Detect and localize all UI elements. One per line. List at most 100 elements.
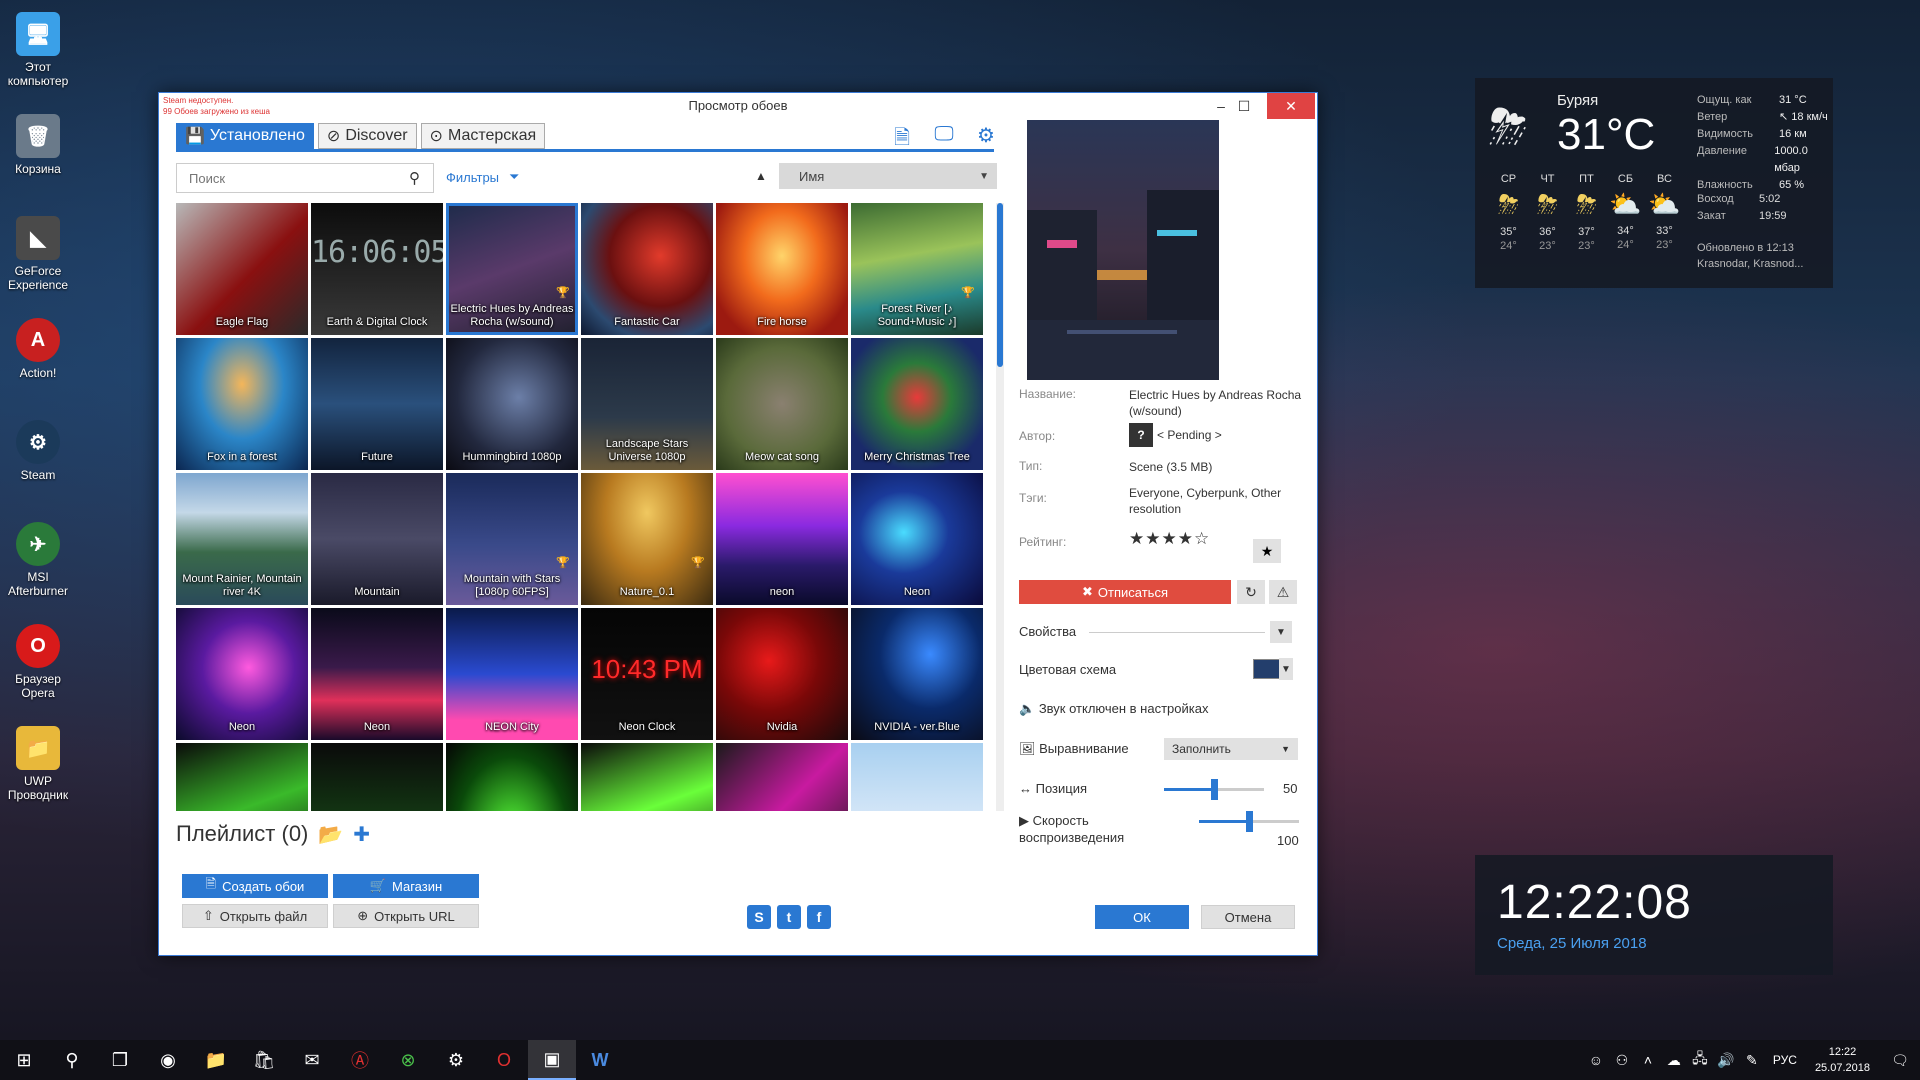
open-url-button[interactable]: ⊕ Открыть URL (333, 904, 479, 928)
steam-share-icon[interactable]: S (747, 905, 771, 929)
ok-button[interactable]: ОК (1095, 905, 1189, 929)
file-icon[interactable]: 🗎 (889, 123, 915, 157)
title-bar[interactable]: Steam недоступен. 99 Обоев загружено из … (159, 93, 1317, 119)
shop-button[interactable]: 🛒 Магазин (333, 874, 479, 898)
close-button[interactable]: ✕ (1267, 93, 1315, 119)
desktop-icon-action[interactable]: A Action! (0, 312, 76, 410)
grid-scrollbar[interactable] (996, 203, 1004, 811)
wallpaper-tile[interactable]: Merry Christmas Tree (851, 338, 983, 470)
properties-toggle[interactable]: ▼ (1270, 621, 1292, 643)
taskbar-word[interactable]: W (576, 1040, 624, 1080)
create-wallpaper-button[interactable]: 🗎 Создать обои (182, 874, 328, 898)
chevron-up-icon[interactable]: ˄ (1635, 1052, 1661, 1068)
unsubscribe-button[interactable]: ✖ Отписаться (1019, 580, 1231, 604)
reset-button[interactable]: ↻ (1237, 580, 1265, 604)
sort-direction-button[interactable]: ▲ (755, 169, 767, 183)
wallpaper-tile[interactable] (446, 743, 578, 811)
filters-button[interactable]: Фильтры ⏷ (446, 169, 519, 185)
wallpaper-tile[interactable]: Mountain (311, 473, 443, 605)
desktop-icon-this-pc[interactable]: 🖥 Этот компьютер (0, 6, 76, 104)
wallpaper-tile[interactable] (176, 743, 308, 811)
taskbar-app[interactable]: ◉ (144, 1040, 192, 1080)
facebook-icon[interactable]: f (807, 905, 831, 929)
speed-slider-knob[interactable] (1246, 811, 1253, 832)
wallpaper-tile[interactable] (581, 743, 713, 811)
desktop-icon-uwp-explorer[interactable]: 📁 UWP Проводник (0, 720, 76, 818)
taskbar-opera[interactable]: O (480, 1040, 528, 1080)
taskbar-clock[interactable]: 12:22 25.07.2018 (1805, 1044, 1880, 1076)
taskbar-wallpaper-engine[interactable]: ▣ (528, 1040, 576, 1080)
tab-workshop[interactable]: ⊙ Мастерская (420, 123, 546, 149)
search-input[interactable] (177, 169, 401, 187)
scrollbar-thumb[interactable] (997, 203, 1003, 367)
onedrive-icon[interactable]: ☁ (1661, 1052, 1687, 1069)
wallpaper-tile[interactable]: Landscape Stars Universe 1080p (581, 338, 713, 470)
wallpaper-tile[interactable]: neon (716, 473, 848, 605)
desktop-icon-opera[interactable]: O Браузер Opera (0, 618, 76, 716)
wallpaper-tile[interactable]: Future (311, 338, 443, 470)
taskbar-store[interactable]: 🛍 (240, 1040, 288, 1080)
taskbar-explorer[interactable]: 📁 (192, 1040, 240, 1080)
volume-icon[interactable]: 🔊 (1713, 1052, 1739, 1069)
alignment-select[interactable]: Заполнить ▼ (1164, 738, 1298, 760)
wallpaper-tile[interactable]: 10:43 PM Neon Clock (581, 608, 713, 740)
tab-installed[interactable]: 💾 Установлено (176, 123, 314, 149)
gear-icon[interactable]: ⚙ (973, 123, 999, 157)
wallpaper-tile[interactable]: 🏆 Forest River [♪ Sound+Music ♪] (851, 203, 983, 335)
taskbar-steam[interactable]: ⚙ (432, 1040, 480, 1080)
desktop-icon-afterburner[interactable]: ✈ MSI Afterburner (0, 516, 76, 614)
language-indicator[interactable]: РУС (1765, 1053, 1805, 1067)
color-scheme-dropdown[interactable]: ▼ (1279, 658, 1293, 680)
report-button[interactable]: ⚠ (1269, 580, 1297, 604)
desktop-icon-geforce[interactable]: ◣ GeForce Experience (0, 210, 76, 308)
open-file-button[interactable]: ⇧ Открыть файл (182, 904, 328, 928)
wallpaper-tile[interactable] (311, 743, 443, 811)
wallpaper-tile[interactable]: Neon (176, 608, 308, 740)
wallpaper-tile[interactable]: NVIDIA - ver.Blue (851, 608, 983, 740)
task-view-button[interactable]: ❐ (96, 1040, 144, 1080)
wallpaper-tile[interactable] (716, 743, 848, 811)
wallpaper-tile[interactable]: 🏆 Electric Hues by Andreas Rocha (w/sound… (446, 203, 578, 335)
tab-discover[interactable]: ⊘ Discover (317, 123, 417, 149)
color-scheme-swatch[interactable] (1253, 659, 1281, 679)
wallpaper-tile[interactable]: 🏆 Mountain with Stars [1080p 60FPS] (446, 473, 578, 605)
twitter-icon[interactable]: t (777, 905, 801, 929)
cancel-button[interactable]: Отмена (1201, 905, 1295, 929)
notifications-icon[interactable]: 🗨 (1880, 1052, 1920, 1069)
wallpaper-tile[interactable]: Neon (851, 473, 983, 605)
wallpaper-tile[interactable]: Mount Rainier, Mountain river 4K (176, 473, 308, 605)
start-button[interactable]: ⊞ (0, 1040, 48, 1080)
favorite-button[interactable]: ★ (1253, 539, 1281, 563)
people-icon[interactable]: ⚇ (1609, 1052, 1635, 1069)
wallpaper-tile[interactable]: Fox in a forest (176, 338, 308, 470)
speed-slider[interactable] (1199, 811, 1299, 832)
wallpaper-tile[interactable]: NEON City (446, 608, 578, 740)
pen-icon[interactable]: ✎ (1739, 1052, 1765, 1069)
monitor-icon[interactable]: 🖵 (931, 123, 957, 157)
wallpaper-tile[interactable]: Fire horse (716, 203, 848, 335)
search-icon[interactable]: ⚲ (409, 169, 420, 187)
search-button[interactable]: ⚲ (48, 1040, 96, 1080)
taskbar-action[interactable]: Ⓐ (336, 1040, 384, 1080)
open-folder-icon[interactable]: 📂 (318, 822, 343, 847)
wallpaper-tile[interactable]: Meow cat song (716, 338, 848, 470)
network-icon[interactable]: 🖧 (1687, 1048, 1713, 1072)
user-avatar-icon[interactable]: ☺ (1583, 1052, 1609, 1068)
sort-select[interactable]: Имя ▼ (779, 163, 997, 189)
taskbar-mail[interactable]: ✉ (288, 1040, 336, 1080)
desktop-icon-steam[interactable]: ⚙ Steam (0, 414, 76, 512)
wallpaper-tile[interactable]: Neon (311, 608, 443, 740)
wallpaper-tile[interactable]: Nvidia (716, 608, 848, 740)
position-slider[interactable] (1164, 779, 1264, 800)
wallpaper-tile[interactable] (851, 743, 983, 811)
wallpaper-tile[interactable]: 16:06:05 Earth & Digital Clock (311, 203, 443, 335)
taskbar-xbox[interactable]: ⊗ (384, 1040, 432, 1080)
plus-icon[interactable]: ✚ (353, 822, 370, 847)
maximize-button[interactable]: ☐ (1229, 93, 1259, 119)
position-slider-knob[interactable] (1211, 779, 1218, 800)
wallpaper-tile[interactable]: Eagle Flag (176, 203, 308, 335)
wallpaper-tile[interactable]: 🏆 Nature_0.1 (581, 473, 713, 605)
desktop-icon-recycle-bin[interactable]: 🗑 Корзина (0, 108, 76, 206)
wallpaper-tile[interactable]: Hummingbird 1080p (446, 338, 578, 470)
wallpaper-tile[interactable]: Fantastic Car (581, 203, 713, 335)
